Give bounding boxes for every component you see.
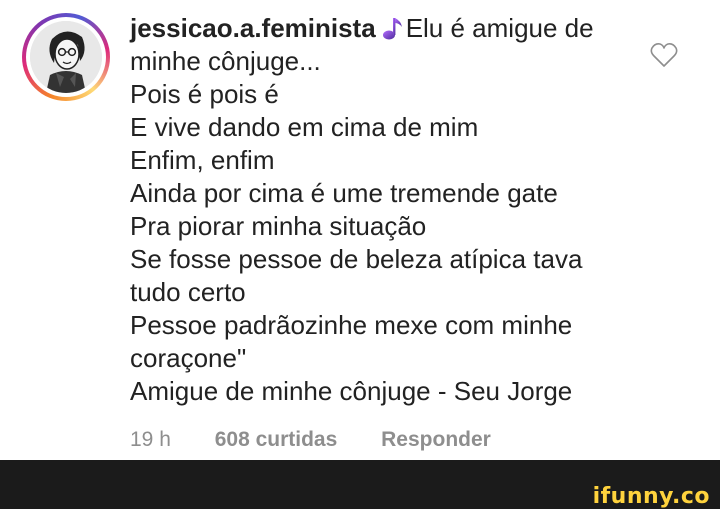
ifunny-watermark: ifunny.co: [592, 484, 710, 509]
footer-bar: ifunny.co: [0, 460, 720, 509]
comment-text: jessicao.a.feminista Elu é amigue de minh…: [130, 12, 630, 408]
comment-time: 19 h: [130, 428, 171, 451]
avatar[interactable]: [30, 21, 102, 93]
comment-first-line: jessicao.a.feminista Elu é amigue de: [130, 12, 630, 45]
comment: jessicao.a.feminista Elu é amigue de minh…: [0, 0, 720, 460]
comment-line: Ainda por cima é ume tremende gate: [130, 178, 558, 208]
comment-text-start: Elu é amigue de: [405, 13, 594, 43]
comment-meta: 19 h 608 curtidas Responder: [130, 428, 529, 452]
avatar-ring-gap: [26, 17, 106, 97]
reply-button[interactable]: Responder: [381, 428, 491, 451]
likes-count[interactable]: 608 curtidas: [215, 428, 338, 451]
comment-line: minhe cônjuge...: [130, 46, 321, 76]
heart-outline-icon: [650, 43, 678, 67]
comment-line: coraçone": [130, 343, 247, 373]
music-note-icon: [382, 15, 404, 41]
comment-line: Amigue de minhe cônjuge - Seu Jorge: [130, 376, 573, 406]
comment-line: Pessoe padrãozinhe mexe com minhe: [130, 310, 573, 340]
username[interactable]: jessicao.a.feminista: [130, 13, 376, 43]
avatar-story-ring[interactable]: [22, 13, 110, 101]
comment-line: Pra piorar minha situação: [130, 211, 427, 241]
like-button[interactable]: [650, 42, 678, 68]
comment-line: Pois é pois é: [130, 79, 279, 109]
comment-line: tudo certo: [130, 277, 246, 307]
comment-line: Se fosse pessoe de beleza atípica tava: [130, 244, 583, 274]
comment-line: Enfim, enfim: [130, 145, 275, 175]
comment-line: E vive dando em cima de mim: [130, 112, 479, 142]
avatar-portrait-icon: [30, 21, 102, 93]
